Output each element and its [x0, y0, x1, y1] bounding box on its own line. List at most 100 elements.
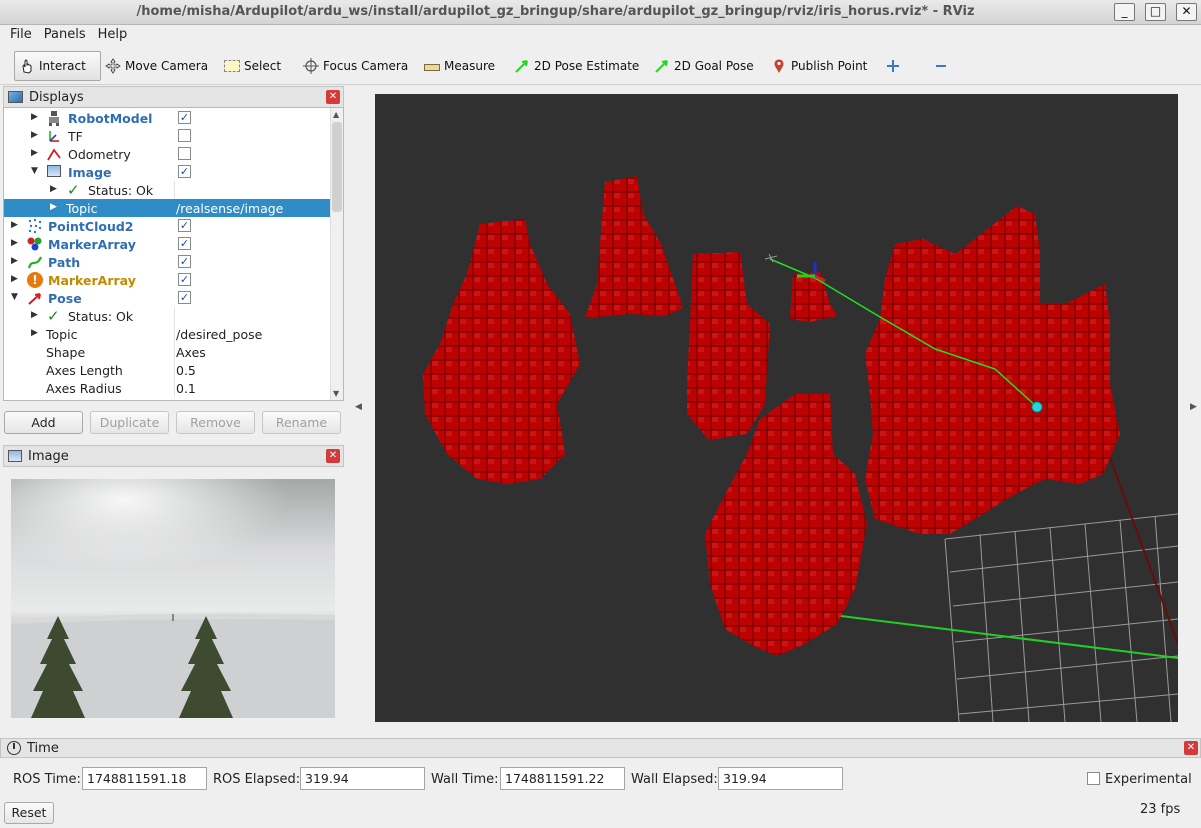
- publish-point-tool[interactable]: Publish Point: [767, 51, 871, 81]
- tree-label: MarkerArray: [48, 273, 136, 288]
- tree-row-odometry[interactable]: ▶ Odometry: [4, 145, 330, 163]
- tree-row-shape[interactable]: Shape Axes: [4, 343, 330, 361]
- remove-tool-button[interactable]: [929, 51, 953, 81]
- camera-scene: [11, 479, 335, 718]
- window-title: /home/misha/Ardupilot/ardu_ws/install/ar…: [136, 4, 975, 19]
- measure-tool[interactable]: Measure: [420, 51, 499, 81]
- wall-elapsed-field[interactable]: 319.94: [718, 767, 843, 790]
- select-tool[interactable]: Select: [220, 51, 285, 81]
- tree-scrollbar[interactable]: ▲ ▼: [330, 108, 343, 400]
- pose-estimate-tool[interactable]: 2D Pose Estimate: [510, 51, 643, 81]
- check-icon: ✓: [47, 307, 60, 325]
- tree-value[interactable]: /realsense/image: [176, 201, 283, 216]
- tree-label: Image: [68, 165, 112, 180]
- rename-display-button[interactable]: Rename: [262, 411, 341, 434]
- enable-checkbox[interactable]: ✓: [178, 273, 191, 286]
- reset-button[interactable]: Reset: [4, 802, 54, 824]
- pose-estimate-label: 2D Pose Estimate: [534, 59, 640, 73]
- menu-file[interactable]: File: [4, 25, 38, 42]
- close-window-button[interactable]: ✕: [1176, 3, 1197, 21]
- tree-row-image[interactable]: ▼ Image ✓: [4, 163, 330, 181]
- menu-help[interactable]: Help: [92, 25, 134, 42]
- enable-checkbox[interactable]: ✓: [178, 219, 191, 232]
- interact-tool[interactable]: Interact: [14, 51, 101, 81]
- experimental-label: Experimental: [1105, 772, 1192, 787]
- plus-icon: [887, 60, 899, 72]
- tree-row-image-status[interactable]: ▶ ✓ Status: Ok: [4, 181, 330, 199]
- odometry-arrow-icon: [47, 148, 61, 161]
- displays-tree[interactable]: ▶ RobotModel ✓ ▶ TF ▶ Odometry ▼ Image ✓…: [3, 107, 344, 401]
- minimize-button[interactable]: _: [1114, 3, 1135, 21]
- measure-label: Measure: [444, 59, 495, 73]
- enable-checkbox[interactable]: ✓: [178, 237, 191, 250]
- ros-time-field[interactable]: 1748811591.18: [82, 767, 207, 790]
- tree-row-axes-radius[interactable]: Axes Radius 0.1: [4, 379, 330, 397]
- tree-label: Topic: [46, 327, 78, 342]
- image-panel-title: Image: [28, 448, 69, 464]
- tree-value[interactable]: Axes: [176, 345, 206, 360]
- tree-row-pose[interactable]: ▼ Pose ✓: [4, 289, 330, 307]
- tree-label: Odometry: [68, 147, 131, 162]
- x-axis-line: [824, 613, 1178, 659]
- tree-value[interactable]: 0.5: [176, 363, 196, 378]
- tree-label: MarkerArray: [48, 237, 136, 252]
- enable-checkbox[interactable]: ✓: [178, 165, 191, 178]
- pose-icon: [28, 293, 41, 305]
- tree-row-robotmodel[interactable]: ▶ RobotModel ✓: [4, 109, 330, 127]
- enable-checkbox[interactable]: ✓: [178, 255, 191, 268]
- tree-label: TF: [68, 129, 83, 144]
- duplicate-display-button[interactable]: Duplicate: [90, 411, 169, 434]
- add-tool-button[interactable]: [881, 51, 905, 81]
- tree-row-pointcloud2[interactable]: ▶ PointCloud2 ✓: [4, 217, 330, 235]
- enable-checkbox[interactable]: ✓: [178, 291, 191, 304]
- tree-label: Topic: [66, 201, 98, 216]
- focus-camera-tool[interactable]: Focus Camera: [299, 51, 412, 81]
- experimental-checkbox[interactable]: [1087, 772, 1100, 785]
- enable-checkbox[interactable]: ✓: [178, 111, 191, 124]
- minus-icon: [936, 65, 946, 67]
- tree-row-image-topic[interactable]: ▶ Topic /realsense/image: [4, 199, 330, 217]
- warning-icon: !: [27, 272, 43, 288]
- tree-label: RobotModel: [68, 111, 153, 126]
- clock-icon: [7, 741, 21, 755]
- goal-pose-tool[interactable]: 2D Goal Pose: [650, 51, 758, 81]
- ground-grid: [944, 513, 1178, 722]
- tree-row-axes-length[interactable]: Axes Length 0.5: [4, 361, 330, 379]
- ros-elapsed-label: ROS Elapsed:: [213, 772, 301, 787]
- close-icon[interactable]: ✕: [326, 449, 340, 463]
- remove-display-button[interactable]: Remove: [176, 411, 255, 434]
- ruler-icon: [424, 64, 440, 71]
- tree-value[interactable]: /desired_pose: [176, 327, 262, 342]
- path-icon: [27, 256, 43, 269]
- close-icon[interactable]: ✕: [326, 90, 340, 104]
- tree-row-markerarray[interactable]: ▶ MarkerArray ✓: [4, 235, 330, 253]
- tree-label: Pose: [48, 291, 82, 306]
- maximize-button[interactable]: □: [1145, 3, 1166, 21]
- tree-value[interactable]: 0.1: [176, 381, 196, 396]
- tree-row-markerarray-warn[interactable]: ▶ ! MarkerArray ✓: [4, 271, 330, 289]
- 3d-viewport[interactable]: [375, 94, 1178, 722]
- ros-elapsed-field[interactable]: 319.94: [300, 767, 425, 790]
- select-label: Select: [244, 59, 282, 73]
- tree-label: PointCloud2: [48, 219, 134, 234]
- tree-row-pose-status[interactable]: ▶ ✓ Status: Ok: [4, 307, 330, 325]
- collapse-right-icon[interactable]: ▶: [1190, 402, 1197, 412]
- move-camera-tool[interactable]: Move Camera: [101, 51, 212, 81]
- tree-row-pose-topic[interactable]: ▶ Topic /desired_pose: [4, 325, 330, 343]
- displays-title: Displays: [29, 89, 84, 105]
- enable-checkbox[interactable]: [178, 147, 191, 160]
- wall-time-field[interactable]: 1748811591.22: [500, 767, 625, 790]
- tf-axes-icon: [49, 131, 59, 142]
- menu-panels[interactable]: Panels: [38, 25, 92, 42]
- close-icon[interactable]: ✕: [1184, 741, 1198, 755]
- voxel-clusters: [423, 176, 1120, 656]
- tree-label: Shape: [46, 345, 86, 360]
- y-axis-line: [1104, 443, 1178, 645]
- focus-camera-label: Focus Camera: [323, 59, 409, 73]
- tree-row-path[interactable]: ▶ Path ✓: [4, 253, 330, 271]
- add-display-button[interactable]: Add: [4, 411, 83, 434]
- enable-checkbox[interactable]: [178, 129, 191, 142]
- tree-row-tf[interactable]: ▶ TF: [4, 127, 330, 145]
- image-icon: [47, 165, 61, 177]
- collapse-left-icon[interactable]: ◀: [355, 402, 362, 412]
